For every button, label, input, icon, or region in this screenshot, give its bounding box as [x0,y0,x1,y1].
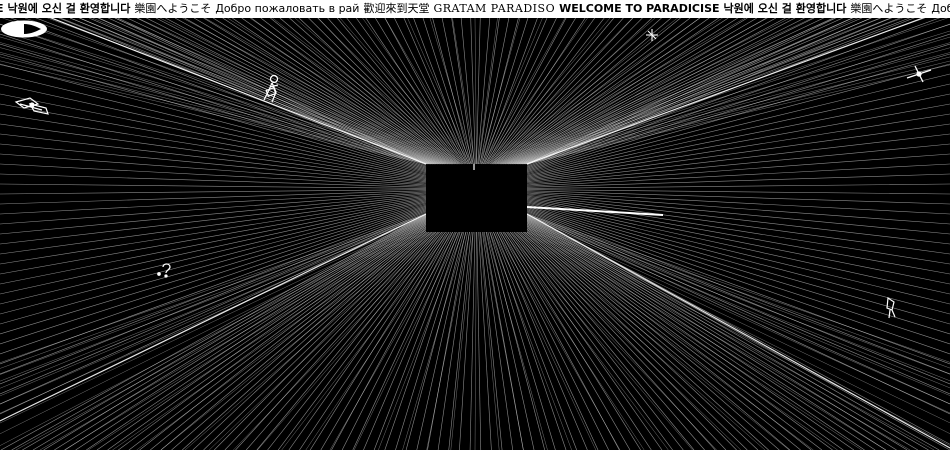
question-mark-icon[interactable] [155,262,175,278]
marquee-track: E낙원에 오신 걸 환영합니다樂園へようこそДобро пожаловать в… [0,2,950,16]
marquee-item: 樂園へようこそ [850,2,928,15]
small-star-icon[interactable] [645,28,659,42]
marquee-item: 樂園へようこそ [134,2,212,15]
marquee-item: 歡迎來到天堂 [363,2,430,15]
satellite-icon[interactable] [12,94,52,118]
marquee-item: Добро пожаловать [931,2,950,15]
page: E낙원에 오신 걸 환영합니다樂園へようこそДобро пожаловать в… [0,0,950,450]
astronaut-icon[interactable] [260,74,282,106]
tunnel-grid [0,18,950,450]
marquee-item: 낙원에 오신 걸 환영합니다 [7,2,131,15]
star-sparkle-icon[interactable] [905,64,933,84]
light-beam-icon [527,206,663,216]
marquee-item: 낙원에 오신 걸 환영합니다 [723,2,847,15]
marquee-item: Добро пожаловать в рай [215,2,360,15]
tunnel-scene[interactable] [0,18,950,450]
welcome-marquee: E낙원에 오신 걸 환영합니다樂園へようこそДобро пожаловать в… [0,0,950,18]
marquee-item: WELCOME TO PARADICISE [559,2,720,15]
marquee-item: GRATAM PARADISO [433,2,556,15]
tunnel-back-wall [426,182,527,232]
figure-icon[interactable] [884,296,898,320]
marquee-item: E [0,2,4,16]
eye-icon[interactable] [0,18,52,40]
